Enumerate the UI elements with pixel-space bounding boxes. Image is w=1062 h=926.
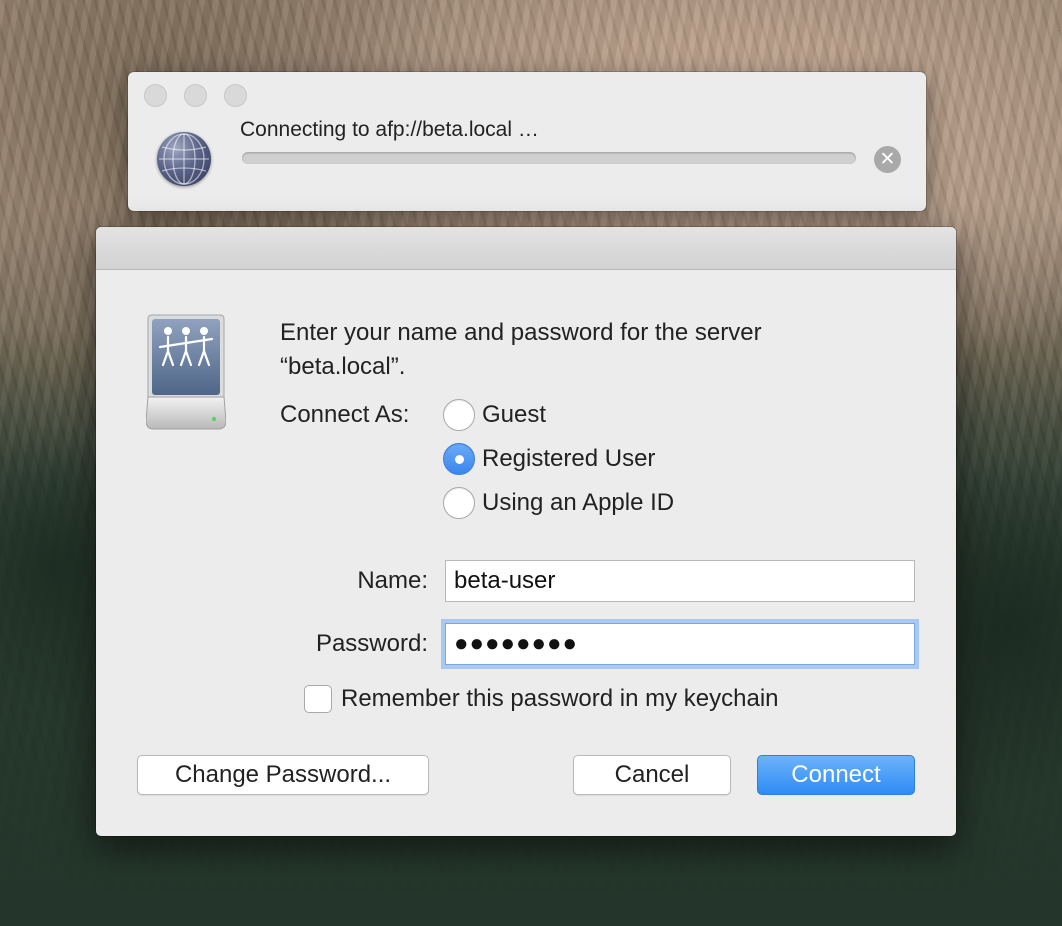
zoom-window-button[interactable]	[224, 84, 247, 107]
prompt-line-2: “beta.local”.	[280, 353, 406, 380]
dialog-titlebar	[96, 227, 956, 270]
connecting-window: Connecting to afp://beta.local … ✕	[128, 72, 926, 211]
password-field[interactable]: ●●●●●●●●	[445, 623, 915, 665]
radio-label-apple-id: Using an Apple ID	[482, 489, 675, 516]
name-field[interactable]: beta-user	[445, 560, 915, 602]
network-globe-icon	[157, 132, 211, 186]
radio-label-registered-user: Registered User	[482, 445, 656, 472]
radio-button-apple-id[interactable]	[443, 487, 475, 519]
connect-button[interactable]: Connect	[757, 755, 915, 795]
remember-password-checkbox[interactable]	[304, 685, 332, 713]
password-label: Password:	[315, 630, 428, 657]
radio-registered-user[interactable]: Registered User	[443, 442, 655, 476]
connection-progress-bar	[242, 152, 856, 164]
server-login-dialog: Enter your name and password for the ser…	[96, 227, 956, 836]
change-password-button[interactable]: Change Password...	[137, 755, 429, 795]
radio-button-guest[interactable]	[443, 399, 475, 431]
radio-button-registered-user[interactable]	[443, 443, 475, 475]
name-label: Name:	[357, 567, 428, 594]
prompt-line-1: Enter your name and password for the ser…	[280, 319, 762, 346]
close-icon: ✕	[879, 149, 896, 170]
cancel-button[interactable]: Cancel	[573, 755, 731, 795]
radio-label-guest: Guest	[482, 401, 547, 428]
stop-connection-button[interactable]: ✕	[874, 146, 901, 173]
login-prompt: Enter your name and password for the ser…	[280, 316, 900, 384]
file-server-icon	[145, 313, 227, 431]
radio-guest[interactable]: Guest	[443, 398, 546, 432]
connecting-status-text: Connecting to afp://beta.local …	[240, 118, 539, 141]
connect-as-label: Connect As:	[280, 401, 410, 428]
remember-password-label: Remember this password in my keychain	[341, 685, 779, 712]
radio-apple-id[interactable]: Using an Apple ID	[443, 486, 674, 520]
close-window-button[interactable]	[144, 84, 167, 107]
minimize-window-button[interactable]	[184, 84, 207, 107]
remember-password-option[interactable]: Remember this password in my keychain	[304, 685, 779, 713]
